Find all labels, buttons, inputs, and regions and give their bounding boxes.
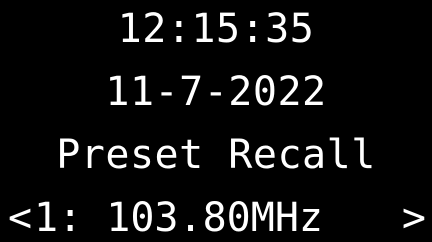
- clock-date: 11-7-2022: [105, 69, 327, 115]
- lcd-screen: 12:15:35 11-7-2022 Preset Recall < 1: 10…: [0, 0, 432, 242]
- clock-time: 12:15:35: [117, 6, 315, 52]
- mode-title: Preset Recall: [56, 132, 376, 178]
- preset-selector: < 1: 103.80MHz >: [0, 194, 432, 242]
- previous-preset-arrow[interactable]: <: [8, 194, 32, 242]
- preset-frequency: 1: 103.80MHz: [34, 195, 323, 241]
- next-preset-arrow[interactable]: >: [402, 194, 426, 242]
